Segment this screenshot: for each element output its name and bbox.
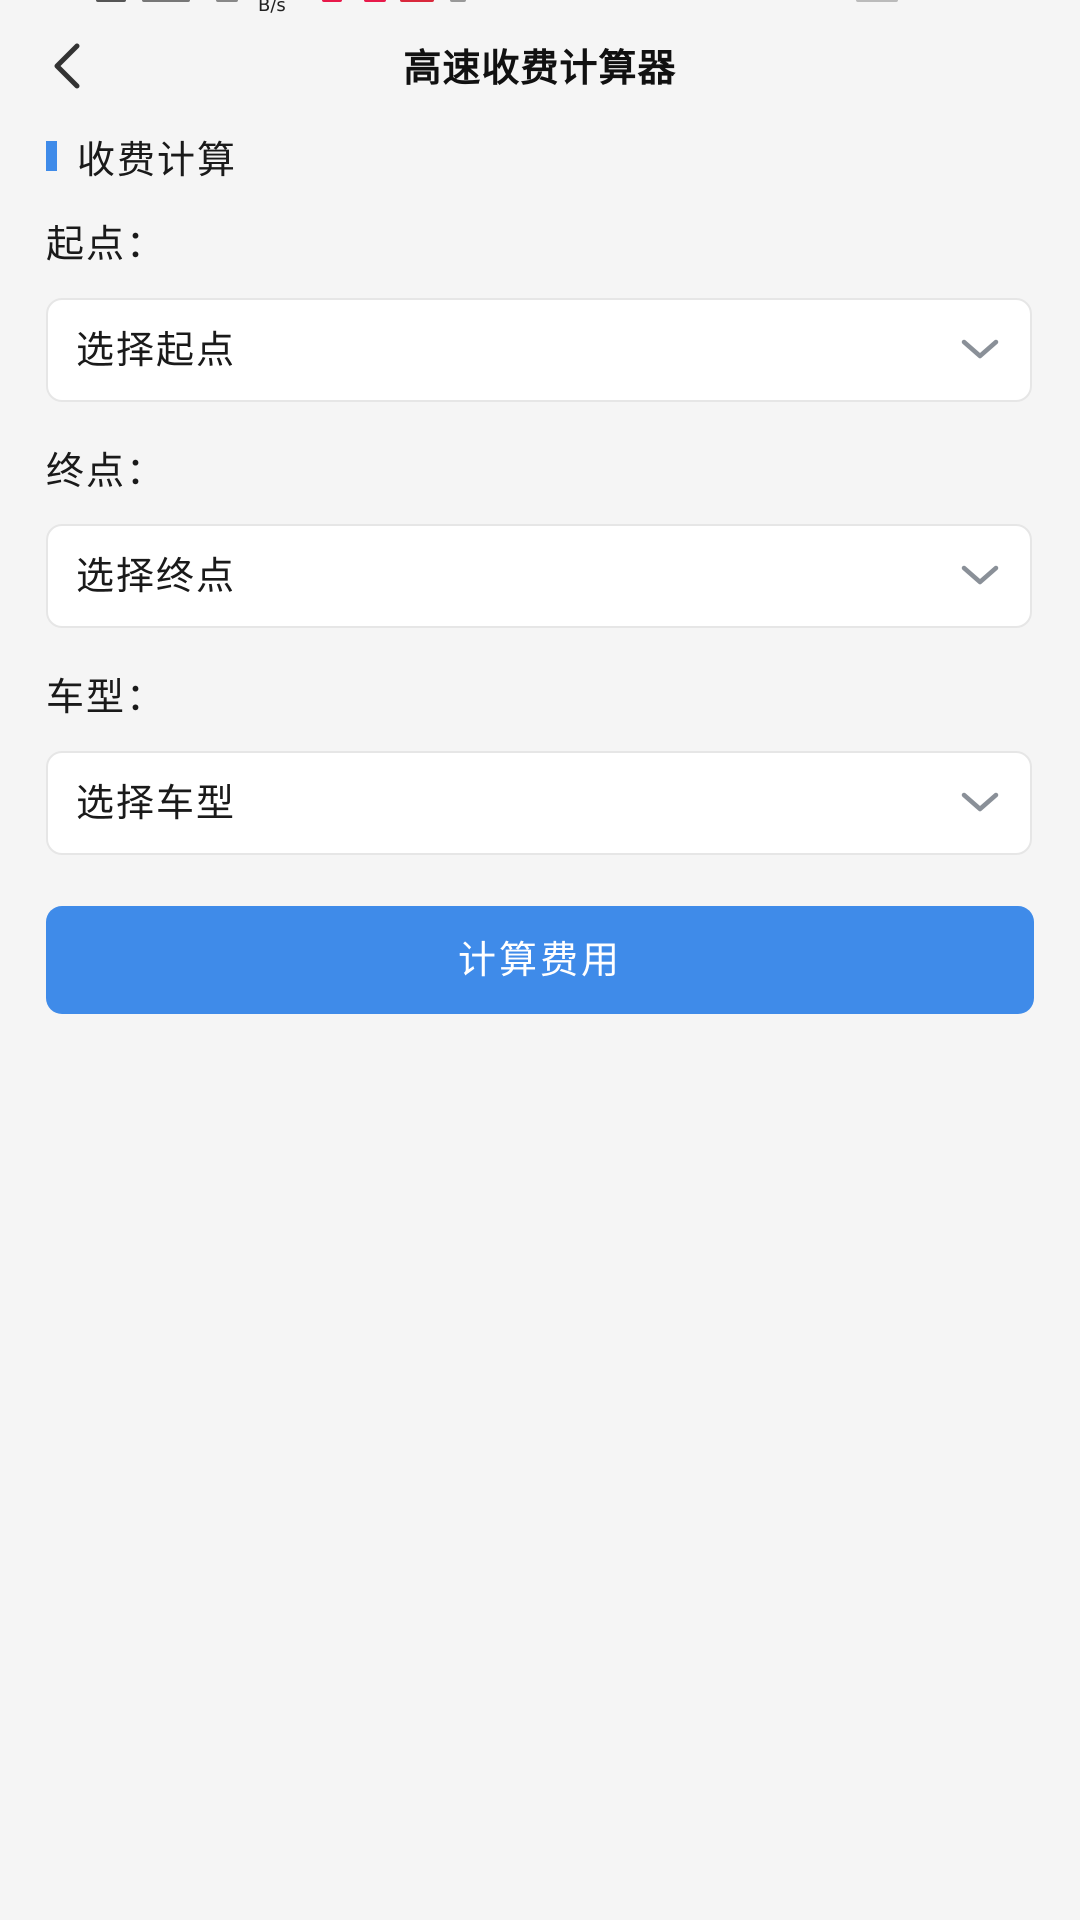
- chevron-down-icon: [961, 565, 999, 585]
- sim-icon: [96, 0, 126, 2]
- battery-icon: [856, 0, 898, 2]
- vehicle-label: 车型：: [46, 675, 167, 719]
- vehicle-select-placeholder: 选择车型: [76, 781, 237, 825]
- page-title: 高速收费计算器: [403, 46, 677, 90]
- status-bar: B/s: [0, 0, 1080, 20]
- section-header: 收费计算: [46, 128, 237, 184]
- wifi-icon: [216, 0, 238, 2]
- signal-icon: [142, 0, 190, 2]
- start-select-placeholder: 选择起点: [76, 328, 237, 372]
- net-speed-unit: B/s: [258, 0, 286, 16]
- section-title: 收费计算: [77, 137, 238, 182]
- notification-app-icon: [450, 0, 466, 2]
- chevron-down-icon: [961, 339, 999, 359]
- end-label: 终点：: [46, 449, 167, 493]
- end-select-placeholder: 选择终点: [76, 554, 237, 598]
- notification-app-icon: [364, 0, 386, 2]
- chevron-down-icon: [961, 792, 999, 812]
- start-label: 起点：: [46, 222, 167, 266]
- notification-app-icon: [322, 0, 342, 2]
- calculate-button[interactable]: 计算费用: [46, 906, 1034, 1014]
- end-select[interactable]: 选择终点: [46, 524, 1032, 628]
- section-accent-bar: [46, 141, 57, 171]
- notification-app-icon: [400, 0, 434, 2]
- app-bar: 高速收费计算器: [0, 30, 1080, 106]
- vehicle-select[interactable]: 选择车型: [46, 751, 1032, 855]
- start-select[interactable]: 选择起点: [46, 298, 1032, 402]
